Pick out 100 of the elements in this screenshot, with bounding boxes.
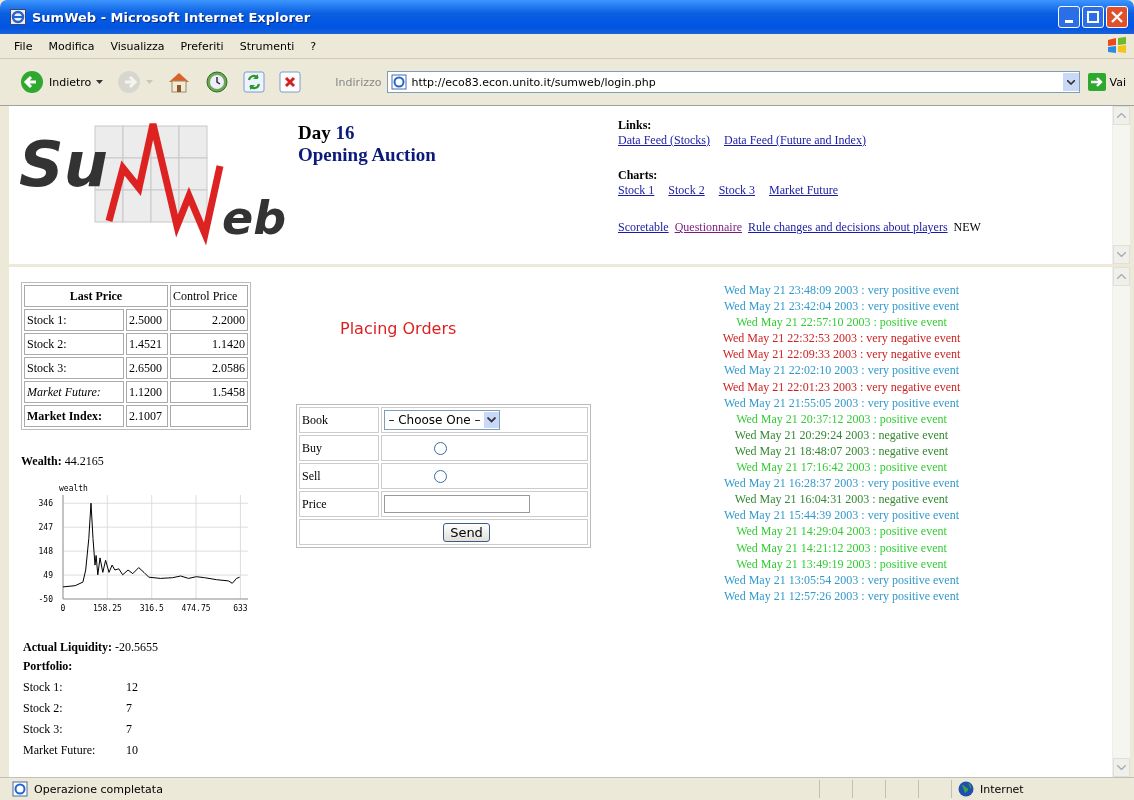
menu-item[interactable]: File xyxy=(6,37,41,55)
x-tick-label: 316.5 xyxy=(139,604,164,613)
scroll-up-button[interactable] xyxy=(1113,267,1130,286)
menu-item[interactable]: Strumenti xyxy=(231,37,303,55)
chevron-up-icon xyxy=(1117,274,1126,279)
security-zone: Internet xyxy=(980,782,1024,796)
clock-icon xyxy=(205,70,230,94)
portfolio-label: Stock 1: xyxy=(23,680,64,695)
dropdown-button[interactable] xyxy=(1062,73,1079,91)
new-label: NEW xyxy=(953,220,981,235)
event-entry: Wed May 21 22:32:53 2003 : very negative event xyxy=(721,330,962,347)
event-entry: Wed May 21 21:55:05 2003 : very positive event xyxy=(723,394,960,411)
right-arrow-icon xyxy=(1087,73,1106,91)
browser-icon xyxy=(10,9,26,25)
table-cell: 1.1420 xyxy=(170,333,248,355)
table-cell: 1.1200 xyxy=(126,381,168,403)
y-tick-label: 49 xyxy=(43,571,53,581)
radio-button[interactable] xyxy=(434,470,448,484)
event-entry: Wed May 21 22:02:10 2003 : very positive event xyxy=(723,362,960,379)
link[interactable]: Market Future xyxy=(769,183,838,198)
portfolio-label: Market Future: xyxy=(23,743,97,758)
close-button[interactable] xyxy=(1106,6,1128,28)
phase-heading: Opening Auction xyxy=(298,144,437,166)
portfolio-value: 7 xyxy=(126,701,132,716)
event-entry: Wed May 21 12:57:26 2003 : very positive event xyxy=(723,587,960,604)
back-button[interactable]: Indietro xyxy=(16,68,108,96)
chevron-down-icon xyxy=(1066,79,1075,85)
event-entry: Wed May 21 17:16:42 2003 : positive event xyxy=(735,459,948,476)
y-tick-label: 247 xyxy=(38,523,53,533)
book-dropdown[interactable]: – Choose One – xyxy=(384,410,500,430)
link[interactable]: Rule changes and decisions about players xyxy=(747,220,948,235)
event-entry: Wed May 21 13:49:19 2003 : positive event xyxy=(735,555,948,572)
window-title: SumWeb - Microsoft Internet Explorer xyxy=(32,9,312,25)
caret-icon xyxy=(146,80,154,84)
form-label: Sell xyxy=(299,463,380,489)
table-cell: 2.0586 xyxy=(170,357,248,379)
event-entry: Wed May 21 22:09:33 2003 : very negative event xyxy=(721,346,962,363)
event-entry: Wed May 21 16:04:31 2003 : negative event xyxy=(733,491,950,508)
scrollbar[interactable] xyxy=(1112,267,1130,777)
go-button[interactable]: Vai xyxy=(1085,73,1128,91)
link[interactable]: Data Feed (Future and Index) xyxy=(724,133,866,148)
x-tick-label: 633 xyxy=(233,604,248,613)
y-tick-label: -50 xyxy=(38,595,53,604)
links-heading: Links: xyxy=(618,118,653,133)
link[interactable]: Stock 1 xyxy=(618,183,655,198)
minimize-button[interactable] xyxy=(1058,6,1080,28)
price-field[interactable] xyxy=(384,495,531,513)
chevron-down-icon xyxy=(1117,765,1126,770)
scroll-down-button[interactable] xyxy=(1113,758,1130,777)
address-field[interactable]: http://eco83.econ.unito.it/sumweb/login.php xyxy=(387,71,1080,93)
link[interactable]: Questionnaire xyxy=(674,220,742,235)
maximize-button[interactable] xyxy=(1082,6,1104,28)
table-cell: Stock 1: xyxy=(24,309,124,331)
table-cell: Stock 3: xyxy=(24,357,124,379)
event-entry: Wed May 21 13:05:54 2003 : very positive event xyxy=(723,571,960,588)
stop-icon xyxy=(279,71,302,93)
wealth-text: Wealth: 44.2165 xyxy=(21,454,105,469)
radio-button[interactable] xyxy=(434,442,448,456)
menu-item[interactable]: Modifica xyxy=(40,37,103,55)
table-cell: 2.5000 xyxy=(126,309,168,331)
y-tick-label: 346 xyxy=(38,499,53,509)
send-button[interactable]: Send xyxy=(443,522,490,542)
page-icon xyxy=(391,74,408,90)
table-cell: Market Index: xyxy=(24,405,124,427)
event-entry: Wed May 21 23:42:04 2003 : very positive event xyxy=(723,298,960,315)
link[interactable]: Stock 3 xyxy=(718,183,756,198)
chevron-down-icon xyxy=(486,417,496,423)
table-cell: 2.1007 xyxy=(126,405,168,427)
event-entry: Wed May 21 20:29:24 2003 : negative event xyxy=(733,426,950,443)
link[interactable]: Stock 2 xyxy=(668,183,705,198)
column-header: Control Price xyxy=(170,285,248,307)
x-tick-label: 474.75 xyxy=(181,604,211,613)
scroll-up-button[interactable] xyxy=(1113,106,1130,125)
portfolio-heading: Portfolio: xyxy=(22,659,74,674)
link[interactable]: Scoretable xyxy=(618,220,669,235)
table-cell: Market Future: xyxy=(24,381,124,403)
address-label: Indirizzo xyxy=(335,75,382,89)
event-entry: Wed May 21 14:21:12 2003 : positive event xyxy=(735,539,948,556)
chevron-up-icon xyxy=(1117,113,1126,118)
scroll-down-button[interactable] xyxy=(1113,245,1130,264)
scrollbar[interactable] xyxy=(1112,106,1130,264)
menu-item[interactable]: Visualizza xyxy=(102,37,173,55)
menu-item[interactable]: Preferiti xyxy=(172,37,232,55)
event-entry: Wed May 21 15:44:39 2003 : very positive event xyxy=(723,507,960,524)
refresh-icon xyxy=(243,71,266,93)
table-cell: 2.6500 xyxy=(126,357,168,379)
event-entry: Wed May 21 14:29:04 2003 : positive event xyxy=(735,523,948,540)
table-cell: 1.5458 xyxy=(170,381,248,403)
minimize-icon xyxy=(1065,19,1073,23)
menu-item[interactable]: ? xyxy=(302,37,325,55)
link[interactable]: Data Feed (Stocks) xyxy=(618,133,710,148)
form-label: Price xyxy=(299,491,380,517)
page-icon xyxy=(12,781,28,797)
y-tick-label: 148 xyxy=(38,547,53,557)
event-entry: Wed May 21 22:01:23 2003 : very negative event xyxy=(721,378,962,395)
event-entry: Wed May 21 20:37:12 2003 : positive event xyxy=(735,410,948,427)
portfolio-label: Stock 3: xyxy=(23,722,64,737)
maximize-icon xyxy=(1087,11,1099,23)
portfolio-value: 12 xyxy=(126,680,138,695)
status-message: Operazione completata xyxy=(34,782,164,796)
